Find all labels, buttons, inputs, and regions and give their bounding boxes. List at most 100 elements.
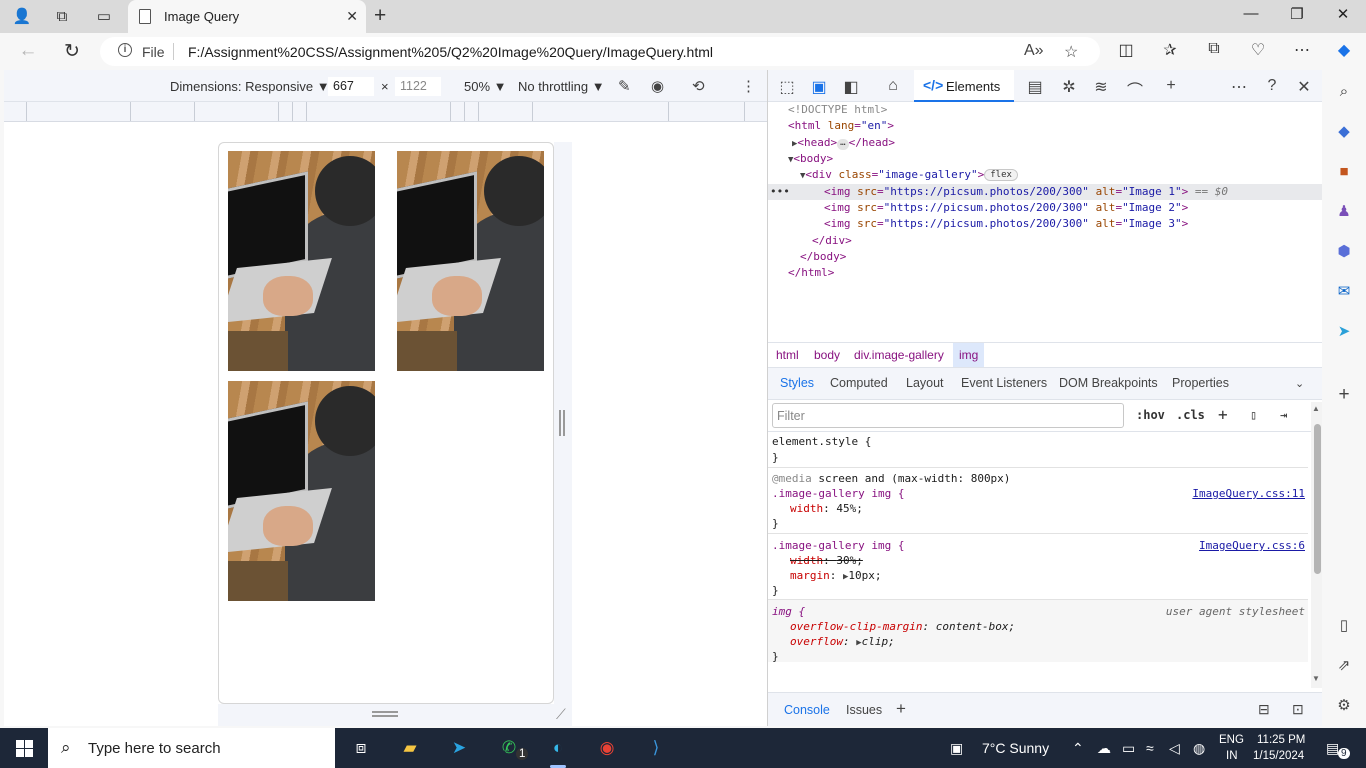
rotate-device-icon[interactable]: ⟲	[692, 77, 705, 95]
drawer-close-icon[interactable]: ⊡	[1292, 701, 1304, 718]
sidebar-outlook-icon[interactable]: ✉	[1333, 280, 1355, 302]
vscode-icon[interactable]: ⟩	[643, 736, 669, 760]
performance-icon[interactable]: ⌒	[1124, 77, 1146, 101]
restore-button[interactable]: ❐	[1282, 5, 1312, 23]
height-input[interactable]: 1122	[395, 77, 441, 96]
drawer-tab-issues[interactable]: Issues	[846, 703, 882, 717]
zoom-select[interactable]: 50% ▼	[464, 79, 507, 94]
meet-now-icon[interactable]: ◍	[1193, 740, 1205, 757]
drawer-dock-icon[interactable]: ⊟	[1258, 701, 1270, 718]
url-text[interactable]: F:/Assignment%20CSS/Assignment%205/Q2%20…	[188, 44, 713, 60]
hov-button[interactable]: :hov	[1136, 408, 1165, 422]
rule2-source-link[interactable]: ImageQuery.css:6	[1199, 538, 1305, 553]
wifi-icon[interactable]: ≈	[1146, 740, 1154, 756]
onedrive-cloud-icon[interactable]: ☁	[1097, 740, 1111, 757]
collections-icon[interactable]: ⧉	[1202, 40, 1226, 58]
inspect-element-icon[interactable]: ⬚	[776, 77, 798, 97]
browser-essentials-icon[interactable]: ♡	[1246, 40, 1270, 60]
sidebar-add-plus-icon[interactable]: +	[1333, 384, 1355, 406]
styles-filter-input[interactable]: Filter	[772, 403, 1124, 428]
reload-button[interactable]: ↻	[58, 39, 86, 63]
breadcrumb-div-image-gallery[interactable]: div.image-gallery	[848, 343, 950, 367]
address-bar[interactable]: i File F:/Assignment%20CSS/Assignment%20…	[100, 37, 1100, 66]
breadcrumb-img[interactable]: img	[953, 343, 985, 367]
sources-bug-icon[interactable]: ✲	[1058, 77, 1080, 97]
rule1-val[interactable]: 45%;	[836, 502, 863, 515]
telegram-icon[interactable]: ➤	[446, 736, 472, 760]
rule2-prop2[interactable]: margin	[790, 569, 830, 582]
eyedropper-icon[interactable]: ✎	[618, 77, 631, 95]
device-toolbar-toggle-icon[interactable]: ▣	[808, 77, 830, 97]
rule-image-gallery-img[interactable]: .image-gallery img { ImageQuery.css:6 wi…	[768, 534, 1308, 600]
media-query-ruler[interactable]	[4, 102, 767, 122]
cls-button[interactable]: .cls	[1176, 408, 1205, 422]
console-tab-icon[interactable]: ▤	[1024, 77, 1046, 97]
subtabs-chevron-down-icon[interactable]: ⌄	[1295, 377, 1304, 390]
tab-dom-breakpoints[interactable]: DOM Breakpoints	[1059, 376, 1158, 390]
rule2-prop1[interactable]: width	[790, 554, 823, 567]
dimensions-select[interactable]: Dimensions: Responsive ▼	[170, 79, 330, 94]
flex-badge[interactable]: flex	[984, 169, 1018, 181]
profile-avatar-icon[interactable]: 👤	[12, 6, 32, 26]
dom-img-2[interactable]: <img src="https://picsum.photos/200/300"…	[768, 200, 1323, 216]
sidebar-tools-briefcase-icon[interactable]: ■	[1333, 160, 1355, 182]
back-button[interactable]: ←	[14, 39, 42, 63]
taskbar-search-input[interactable]: ⌕ Type here to search	[48, 728, 335, 768]
tab-computed[interactable]: Computed	[830, 376, 888, 390]
rule1-source-link[interactable]: ImageQuery.css:11	[1192, 486, 1305, 501]
network-wifi-icon[interactable]: ≋	[1090, 77, 1112, 97]
tab-actions-icon[interactable]: ▭	[94, 6, 114, 26]
collapsed-ellipsis[interactable]: …	[837, 139, 849, 150]
sidebar-settings-gear-icon[interactable]: ⚙	[1333, 694, 1355, 716]
rule-element-style[interactable]: element.style { }	[768, 432, 1308, 468]
tab-image-query[interactable]: Image Query ✕	[128, 0, 366, 33]
sidebar-drop-icon[interactable]: ➤	[1333, 320, 1355, 342]
sidebar-external-link-icon[interactable]: ⇗	[1333, 654, 1355, 676]
dom-html-open[interactable]: <html lang="en">	[768, 118, 1323, 134]
tab-event-listeners[interactable]: Event Listeners	[961, 376, 1047, 390]
dom-div-close[interactable]: </div>	[768, 233, 1323, 249]
workspaces-icon[interactable]: ⧉	[52, 6, 72, 26]
file-explorer-icon[interactable]: ▰	[397, 736, 423, 760]
chrome-icon[interactable]: ◉	[594, 736, 620, 760]
windows-start-icon[interactable]	[16, 740, 33, 757]
info-icon[interactable]: i	[118, 43, 132, 57]
close-window-button[interactable]: ✕	[1328, 5, 1358, 23]
clock-time[interactable]: 11:25 PM	[1257, 734, 1305, 746]
rule1-prop[interactable]: width	[790, 502, 823, 515]
vision-deficiency-icon[interactable]: ◉	[651, 77, 664, 95]
dom-img-1[interactable]: ••• <img src="https://picsum.photos/200/3…	[768, 184, 1323, 200]
resize-handle-right[interactable]	[559, 410, 565, 436]
toggle-sidebar-icon[interactable]: ⇥	[1280, 408, 1287, 422]
dock-side-icon[interactable]: ◧	[840, 77, 862, 97]
battery-icon[interactable]: ▭	[1122, 740, 1135, 757]
close-tab-icon[interactable]: ✕	[346, 8, 358, 25]
rule2-val1[interactable]: 30%;	[836, 554, 863, 567]
dom-doctype[interactable]: <!DOCTYPE html>	[768, 102, 1323, 118]
resize-handle-corner-icon[interactable]: ⟋	[556, 706, 566, 723]
rule2-val2[interactable]: 10px;	[848, 569, 881, 582]
scroll-up-icon[interactable]: ▲	[1312, 404, 1320, 413]
rule-user-agent-img[interactable]: img { user agent stylesheet overflow-cli…	[768, 600, 1308, 662]
weather-text[interactable]: 7°C Sunny	[982, 740, 1049, 756]
new-tab-button[interactable]: +	[374, 4, 386, 28]
dom-body-open[interactable]: ▼<body>	[768, 151, 1323, 167]
language-bottom[interactable]: IN	[1226, 750, 1238, 762]
read-aloud-icon[interactable]: A»	[1024, 42, 1044, 60]
row-dots[interactable]: •••	[770, 184, 790, 200]
sidebar-microsoft365-icon[interactable]: ⬢	[1333, 240, 1355, 262]
tab-elements[interactable]: </> Elements	[914, 70, 1014, 102]
tab-layout[interactable]: Layout	[906, 376, 944, 390]
dom-body-close[interactable]: </body>	[768, 249, 1323, 265]
width-input[interactable]: 667	[328, 77, 374, 96]
tab-styles[interactable]: Styles	[780, 376, 814, 390]
volume-icon[interactable]: ◁	[1169, 740, 1180, 757]
sidebar-hide-panel-icon[interactable]: ▯	[1333, 614, 1355, 636]
dom-img-3[interactable]: <img src="https://picsum.photos/200/300"…	[768, 216, 1323, 232]
device-more-icon[interactable]: ⋮	[741, 77, 756, 95]
favorite-star-icon[interactable]: ☆	[1064, 42, 1078, 62]
language-top[interactable]: ENG	[1219, 734, 1244, 746]
breadcrumb-html[interactable]: html	[770, 343, 805, 367]
sidebar-games-icon[interactable]: ♟	[1333, 200, 1355, 222]
copilot-icon[interactable]: ◆	[1332, 40, 1356, 60]
